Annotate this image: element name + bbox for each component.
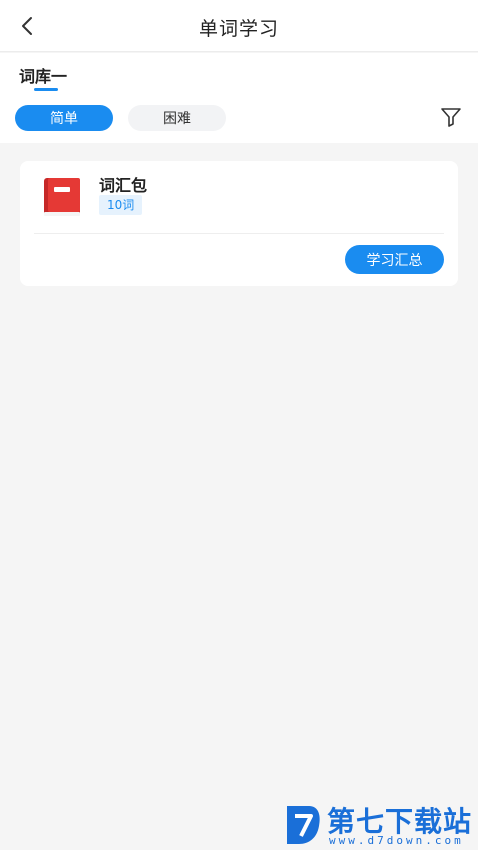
page-title: 单词学习 xyxy=(198,18,279,40)
watermark-url: www.d7down.com xyxy=(329,834,464,847)
active-tab-indicator xyxy=(34,88,58,91)
watermark: 第七下载站 www.d7down.com xyxy=(283,800,473,848)
red-book-icon xyxy=(42,177,82,217)
filter-button[interactable] xyxy=(438,104,464,130)
card-divider xyxy=(34,233,444,234)
tab-library-1[interactable]: 词库一 xyxy=(19,63,67,87)
d7-logo-icon xyxy=(287,806,320,844)
difficulty-chip-easy[interactable]: 简单 xyxy=(15,105,113,131)
filter-funnel-icon xyxy=(441,108,461,127)
difficulty-chip-hard[interactable]: 困难 xyxy=(128,105,226,131)
vocab-package-name: 词汇包 xyxy=(99,176,148,195)
filter-area: 词库一 简单 困难 xyxy=(0,53,478,143)
top-bar: 单词学习 xyxy=(0,0,478,52)
study-summary-button[interactable]: 学习汇总 xyxy=(345,245,444,274)
vocab-card[interactable]: 词汇包 10词 学习汇总 xyxy=(20,161,458,286)
word-count-badge: 10词 xyxy=(99,195,143,215)
